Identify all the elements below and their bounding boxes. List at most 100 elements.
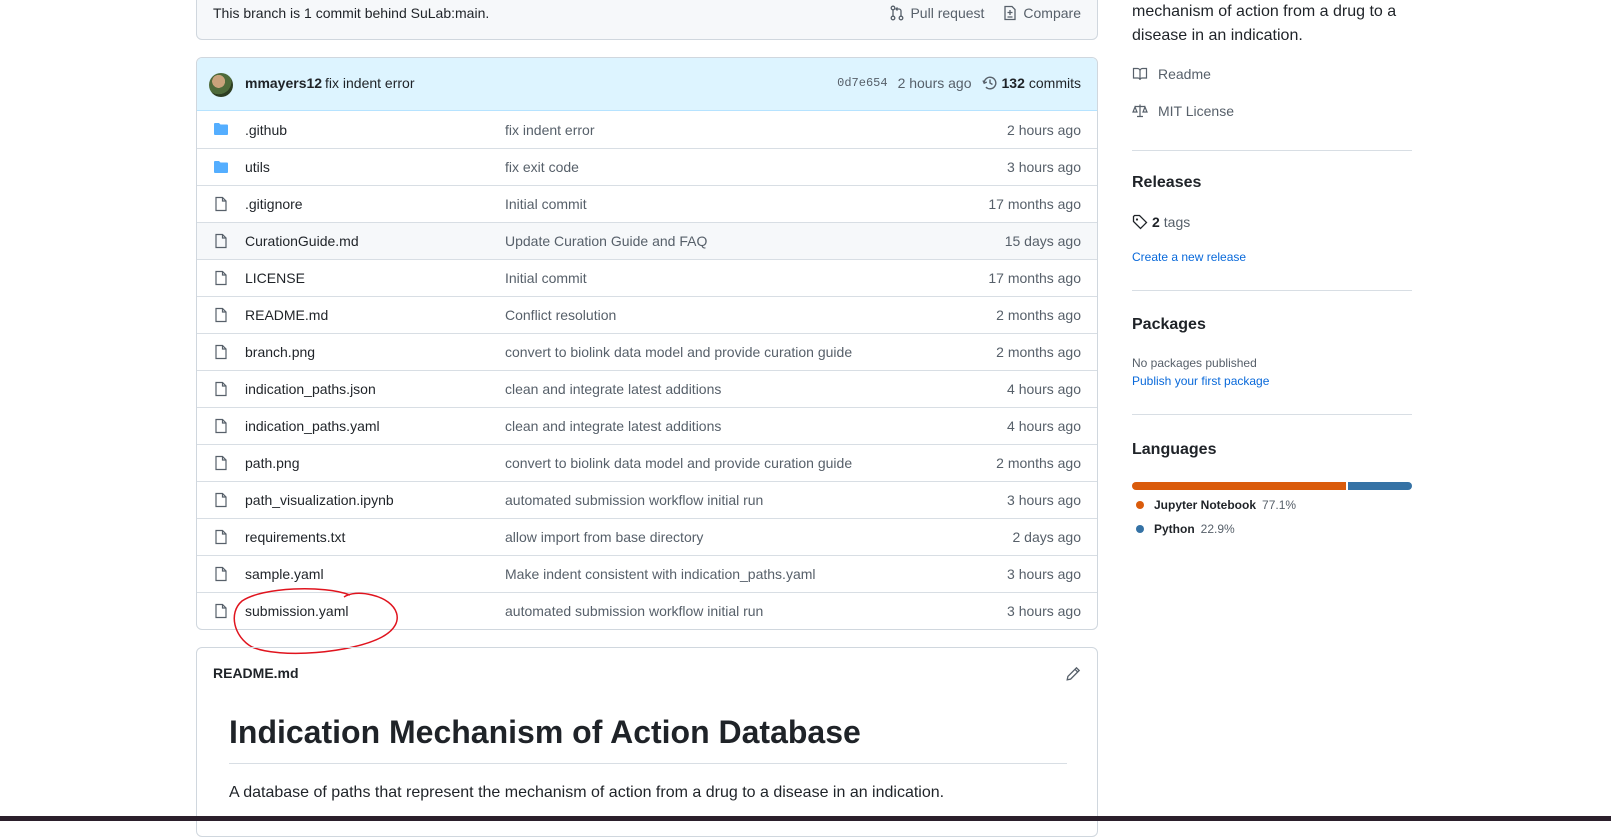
file-commit-message-link[interactable]: Make indent consistent with indication_p…	[505, 566, 816, 582]
language-bar-segment[interactable]	[1348, 482, 1412, 490]
file-row[interactable]: .github fix indent error 2 hours ago	[197, 111, 1097, 148]
language-item[interactable]: Python 22.9%	[1136, 522, 1235, 536]
file-icon	[215, 418, 227, 434]
file-name-link[interactable]: branch.png	[245, 344, 315, 360]
file-row[interactable]: requirements.txt allow import from base d…	[197, 518, 1097, 555]
readme-heading: Indication Mechanism of Action Database	[229, 714, 1067, 764]
file-age: 2 months ago	[996, 344, 1081, 360]
file-age: 15 days ago	[1004, 233, 1081, 249]
book-icon	[1132, 67, 1148, 81]
language-percent: 77.1%	[1262, 498, 1297, 512]
tags-link[interactable]: 2 tags	[1132, 214, 1190, 230]
commit-meta: 0d7e654 2 hours ago 132 commits	[837, 75, 1081, 91]
file-icon	[215, 381, 227, 397]
readme-link-label: Readme	[1158, 66, 1211, 82]
file-commit-message-link[interactable]: automated submission workflow initial ru…	[505, 603, 763, 619]
file-name-link[interactable]: CurationGuide.md	[245, 233, 359, 249]
file-commit-message-link[interactable]: convert to biolink data model and provid…	[505, 344, 852, 360]
file-age: 2 hours ago	[1007, 121, 1081, 138]
commit-sha-link[interactable]: 0d7e654	[837, 76, 887, 90]
pull-request-button[interactable]: Pull request	[889, 5, 984, 21]
file-commit-message-link[interactable]: Update Curation Guide and FAQ	[505, 233, 707, 249]
file-commit-message-link[interactable]: Initial commit	[505, 196, 587, 212]
file-row[interactable]: branch.png convert to biolink data model …	[197, 333, 1097, 370]
file-name-link[interactable]: LICENSE	[245, 270, 305, 286]
branch-actions: Pull request Compare	[889, 5, 1081, 21]
file-commit-message-link[interactable]: fix indent error	[505, 122, 594, 138]
releases-heading[interactable]: Releases	[1132, 174, 1201, 192]
create-release-link[interactable]: Create a new release	[1132, 250, 1246, 264]
file-name-link[interactable]: path.png	[245, 455, 300, 471]
pull-request-label: Pull request	[910, 5, 985, 21]
file-row[interactable]: CurationGuide.md Update Curation Guide an…	[197, 222, 1097, 259]
file-commit-message-link[interactable]: clean and integrate latest additions	[505, 381, 721, 397]
file-age: 4 hours ago	[1007, 418, 1081, 434]
readme-filename: README.md	[213, 665, 299, 681]
file-commit-message-link[interactable]: allow import from base directory	[505, 529, 703, 545]
file-row[interactable]: README.md Conflict resolution 2 months ago	[197, 296, 1097, 333]
file-commit-message-link[interactable]: fix exit code	[505, 159, 579, 175]
license-link[interactable]: MIT License	[1132, 103, 1234, 119]
file-icon	[215, 307, 227, 323]
file-age: 2 days ago	[1012, 529, 1082, 545]
file-name-link[interactable]: README.md	[245, 307, 328, 323]
file-age: 2 months ago	[996, 307, 1081, 323]
file-name-link[interactable]: utils	[245, 159, 270, 175]
no-packages-text: No packages published	[1132, 356, 1257, 370]
file-name-link[interactable]: path_visualization.ipynb	[245, 492, 394, 508]
file-name-link[interactable]: requirements.txt	[245, 529, 345, 545]
language-bar	[1132, 482, 1412, 490]
commit-age: 2 hours ago	[897, 75, 972, 91]
file-row[interactable]: path_visualization.ipynb automated submis…	[197, 481, 1097, 518]
file-name-link[interactable]: indication_paths.json	[245, 381, 376, 397]
file-row[interactable]: utils fix exit code 3 hours ago	[197, 148, 1097, 185]
divider	[1132, 150, 1412, 151]
pencil-icon[interactable]	[1065, 666, 1081, 682]
file-icon	[215, 196, 227, 212]
tag-icon	[1132, 214, 1148, 230]
file-row[interactable]: .gitignore Initial commit 17 months ago	[197, 185, 1097, 222]
file-icon	[215, 233, 227, 249]
file-name-link[interactable]: submission.yaml	[245, 603, 348, 619]
file-commit-message-link[interactable]: convert to biolink data model and provid…	[505, 455, 852, 471]
language-bar-segment[interactable]	[1132, 482, 1347, 490]
folder-icon	[214, 123, 228, 135]
file-commit-message-link[interactable]: clean and integrate latest additions	[505, 418, 721, 434]
language-item[interactable]: Jupyter Notebook 77.1%	[1136, 498, 1296, 512]
file-commit-message-link[interactable]: automated submission workflow initial ru…	[505, 492, 763, 508]
language-name: Python	[1154, 522, 1195, 536]
packages-heading[interactable]: Packages	[1132, 316, 1206, 334]
file-age: 4 hours ago	[1007, 381, 1081, 397]
file-rows: .github fix indent error 2 hours ago utils f…	[197, 111, 1097, 629]
compare-label: Compare	[1023, 5, 1081, 21]
file-name-link[interactable]: sample.yaml	[245, 566, 324, 582]
commit-message-link[interactable]: fix indent error	[325, 75, 414, 91]
file-row[interactable]: path.png convert to biolink data model an…	[197, 444, 1097, 481]
file-name-link[interactable]: .github	[245, 122, 287, 138]
file-commit-message-link[interactable]: Conflict resolution	[505, 307, 616, 323]
file-icon	[215, 455, 227, 471]
file-age: 17 months ago	[988, 270, 1081, 286]
file-name-link[interactable]: indication_paths.yaml	[245, 418, 380, 434]
file-icon	[215, 529, 227, 545]
file-row[interactable]: LICENSE Initial commit 17 months ago	[197, 259, 1097, 296]
tags-label: tags	[1163, 214, 1191, 230]
avatar[interactable]	[209, 73, 233, 97]
file-name-link[interactable]: .gitignore	[245, 196, 303, 212]
file-commit-message-link[interactable]: Initial commit	[505, 270, 587, 286]
publish-package-link[interactable]: Publish your first package	[1132, 374, 1269, 388]
about-description: mechanism of action from a drug to a dis…	[1132, 0, 1412, 48]
history-icon	[981, 76, 997, 90]
commits-count-link[interactable]: 132 commits	[981, 75, 1081, 91]
file-row[interactable]: indication_paths.yaml clean and integrate…	[197, 407, 1097, 444]
about-description-line: mechanism of action from a drug to a	[1132, 3, 1397, 20]
file-row[interactable]: indication_paths.json clean and integrate…	[197, 370, 1097, 407]
language-color-dot	[1136, 501, 1144, 509]
file-row[interactable]: submission.yaml automated submission work…	[197, 592, 1097, 629]
commit-author-link[interactable]: mmayers12	[245, 75, 322, 91]
readme-link[interactable]: Readme	[1132, 66, 1211, 82]
compare-button[interactable]: Compare	[1002, 5, 1081, 21]
readme-panel: README.md Indication Mechanism of Action…	[196, 647, 1098, 837]
file-row[interactable]: sample.yaml Make indent consistent with i…	[197, 555, 1097, 592]
divider	[1132, 290, 1412, 291]
